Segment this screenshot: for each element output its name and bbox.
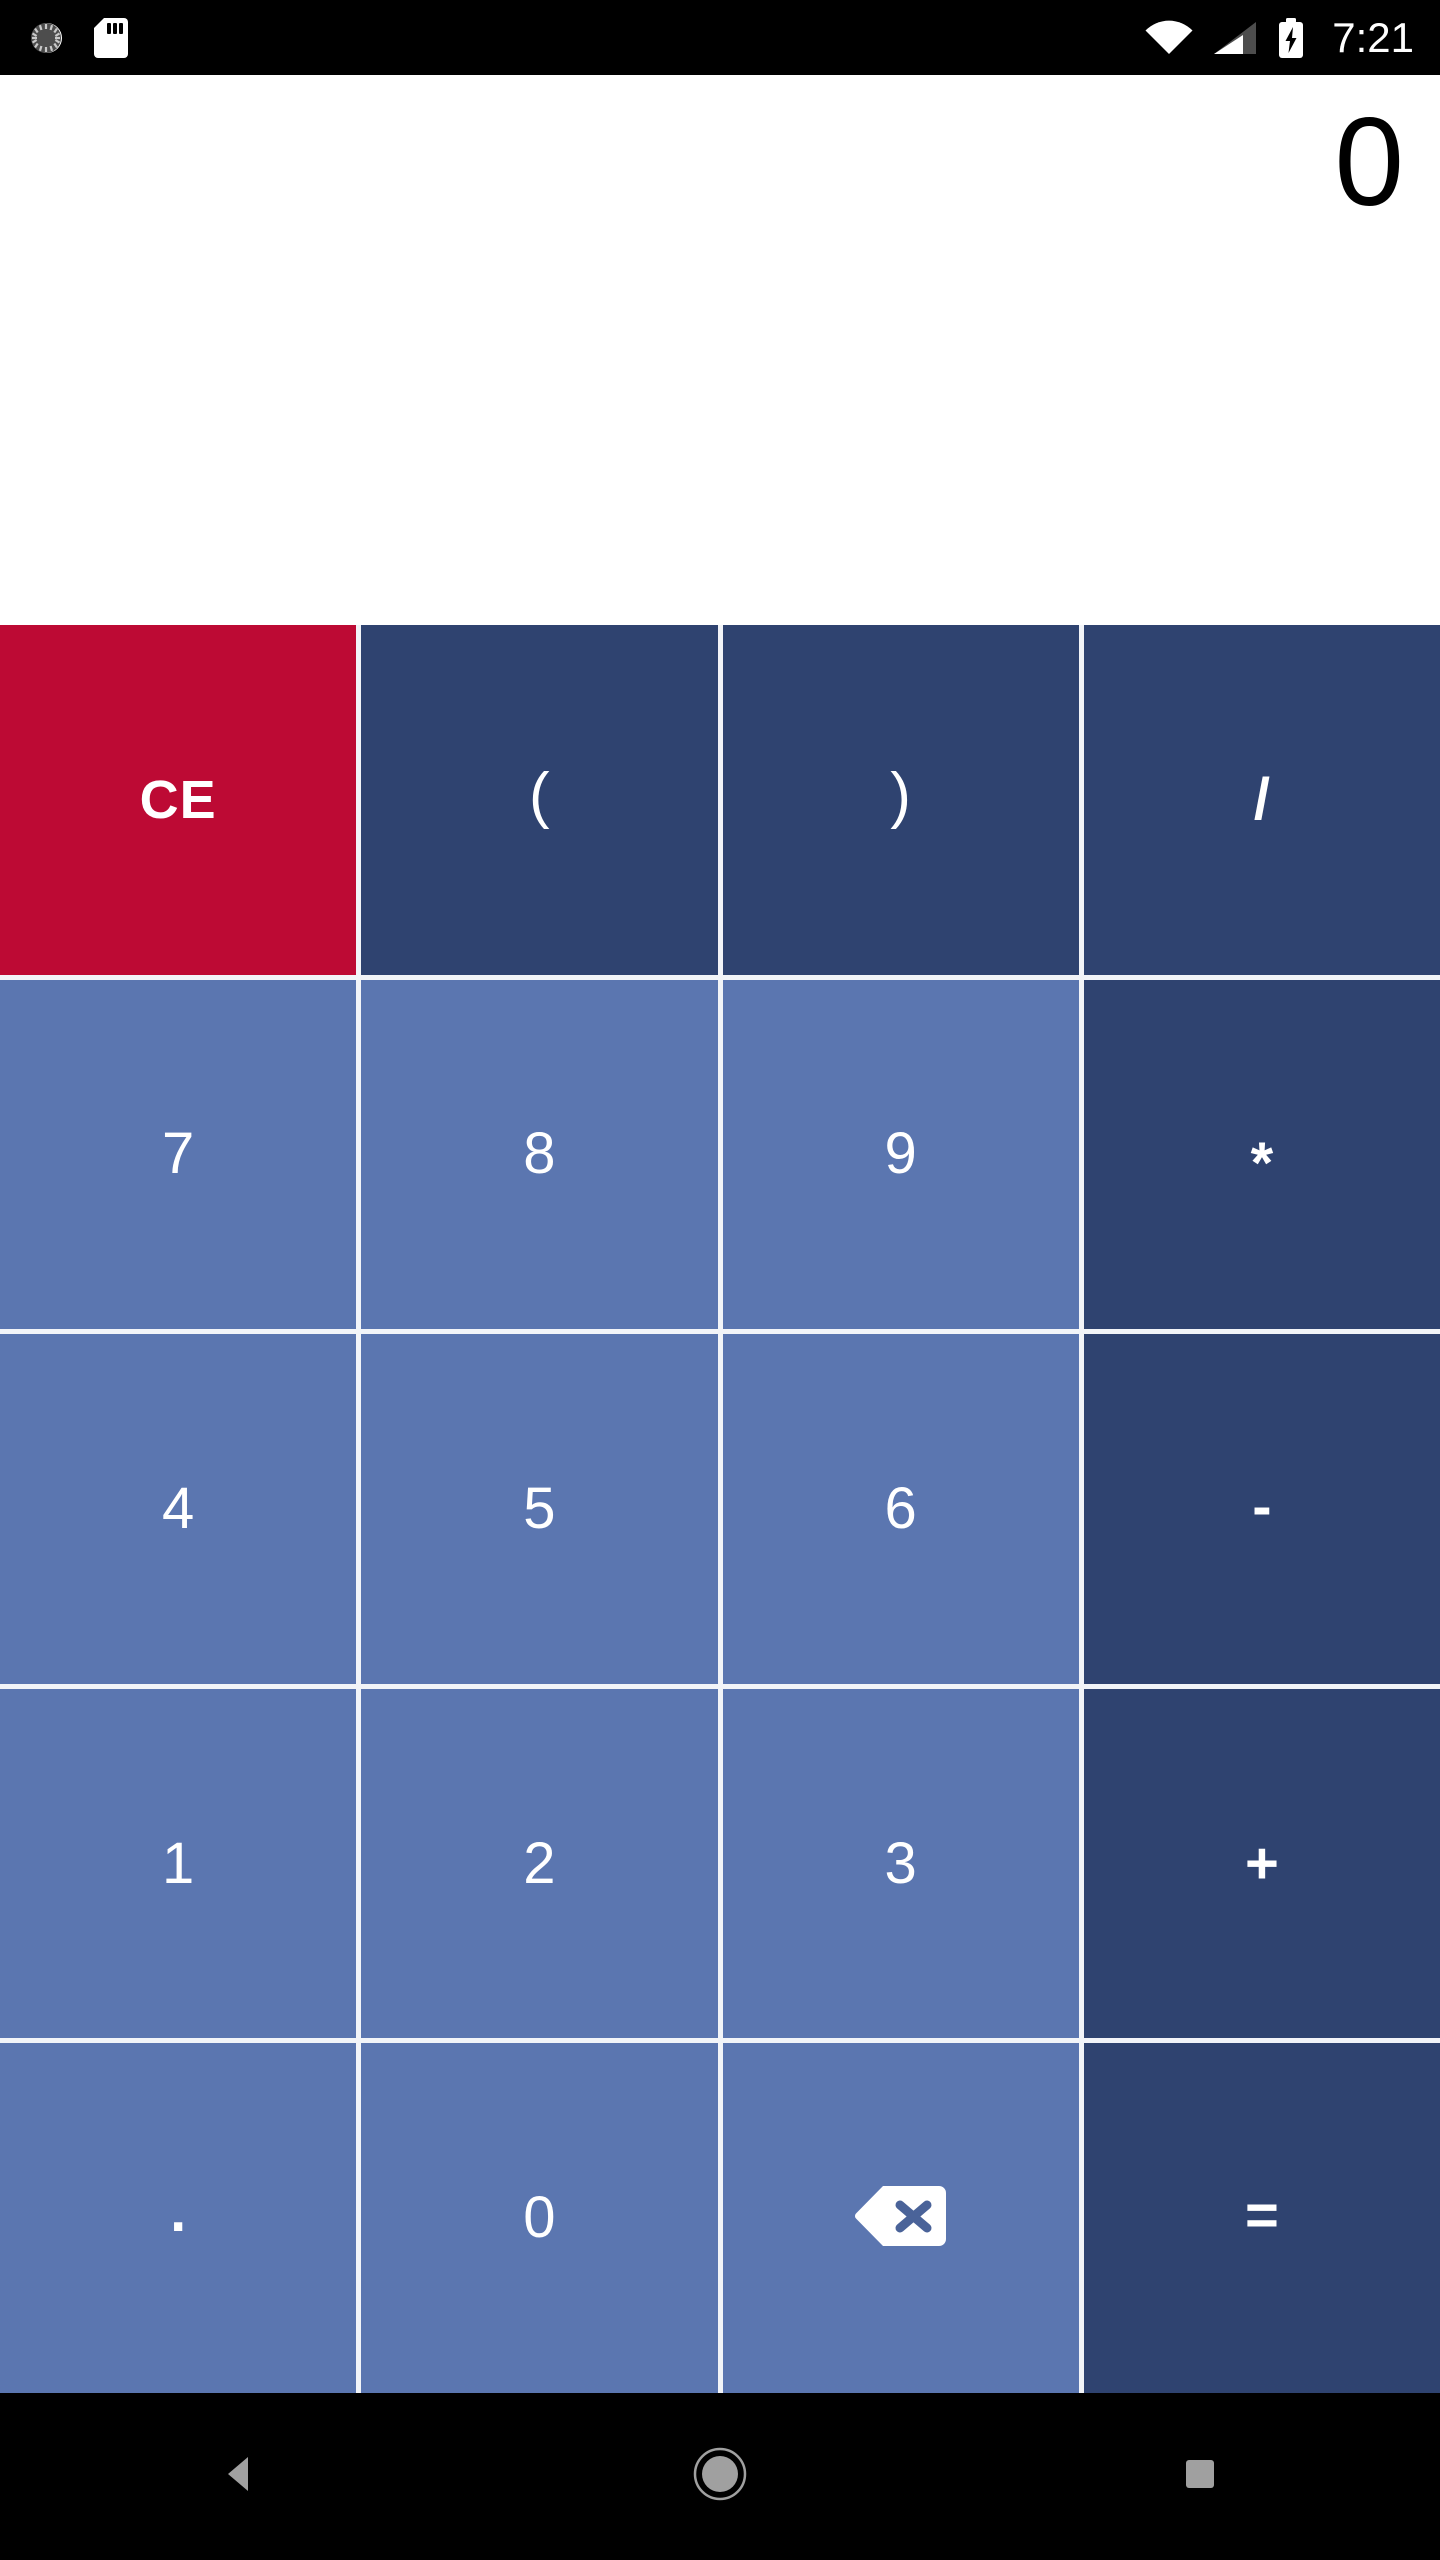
left-parenthesis-button[interactable]: ( — [361, 625, 718, 975]
digit-2-button[interactable]: 2 — [361, 1688, 718, 2039]
battery-charging-icon — [1276, 16, 1306, 60]
digit-9-button[interactable]: 9 — [722, 979, 1079, 1330]
clear-entry-button[interactable]: CE — [0, 625, 357, 975]
system-navigation-bar — [0, 2393, 1440, 2560]
status-bar-clock: 7:21 — [1332, 13, 1414, 61]
clear-entry-button-label: CE — [139, 769, 217, 830]
digit-8-button[interactable]: 8 — [361, 979, 718, 1330]
digit-3-button-label: 3 — [884, 1830, 917, 1896]
decimal-point-button[interactable]: . — [0, 2043, 357, 2393]
digit-7-button-label: 7 — [161, 1121, 195, 1187]
decimal-point-button-label: . — [170, 2179, 187, 2245]
right-parenthesis-button-label: ) — [890, 760, 911, 830]
digit-0-button[interactable]: 0 — [361, 2043, 718, 2393]
status-bar-left-icons — [26, 16, 128, 60]
keypad-grid: CE () / 7 8 9 * 4 5 6 - 1 2 3 +. 0 = — [0, 620, 1440, 2393]
divide-button[interactable]: / — [1083, 625, 1440, 975]
backspace-icon — [853, 2183, 949, 2253]
digit-4-button[interactable]: 4 — [0, 1334, 357, 1684]
digit-1-button[interactable]: 1 — [0, 1688, 357, 2039]
nav-home-button[interactable] — [620, 2393, 820, 2560]
sd-card-icon — [94, 16, 128, 60]
add-button-label: + — [1244, 1830, 1279, 1896]
equals-button-label: = — [1244, 2183, 1279, 2249]
digit-8-button-label: 8 — [523, 1121, 556, 1187]
calculator-display[interactable]: 0 — [0, 75, 1440, 620]
status-bar: 7:21 — [0, 0, 1440, 75]
cellular-signal-icon — [1212, 16, 1258, 60]
nav-back-button[interactable] — [140, 2393, 340, 2560]
left-parenthesis-button-label: ( — [529, 760, 550, 830]
home-circle-icon — [689, 2443, 751, 2510]
sync-spinner-icon — [26, 16, 70, 60]
divide-button-label: / — [1253, 766, 1270, 832]
digit-6-button[interactable]: 6 — [722, 1334, 1079, 1684]
add-button[interactable]: + — [1083, 1688, 1440, 2039]
digit-2-button-label: 2 — [523, 1830, 556, 1896]
digit-5-button[interactable]: 5 — [361, 1334, 718, 1684]
nav-recents-button[interactable] — [1100, 2393, 1300, 2560]
digit-0-button-label: 0 — [523, 2185, 556, 2251]
recents-square-icon — [1177, 2451, 1223, 2502]
status-bar-right-icons: 7:21 — [1144, 16, 1414, 60]
digit-1-button-label: 1 — [161, 1830, 195, 1896]
subtract-button[interactable]: - — [1083, 1334, 1440, 1684]
digit-5-button-label: 5 — [523, 1475, 556, 1541]
digit-6-button-label: 6 — [884, 1475, 917, 1541]
multiply-button[interactable]: * — [1083, 979, 1440, 1330]
subtract-button-label: - — [1252, 1473, 1272, 1539]
multiply-button-label: * — [1250, 1131, 1274, 1197]
digit-9-button-label: 9 — [884, 1121, 917, 1187]
calculator-screen: 7:21 0 CE () / 7 8 9 * 4 5 6 - 1 2 3 +. 0 = — [0, 0, 1440, 2560]
digit-3-button[interactable]: 3 — [722, 1688, 1079, 2039]
wifi-icon — [1144, 16, 1194, 60]
backspace-button[interactable] — [722, 2043, 1079, 2393]
digit-4-button-label: 4 — [161, 1475, 195, 1541]
digit-7-button[interactable]: 7 — [0, 979, 357, 1330]
right-parenthesis-button[interactable]: ) — [722, 625, 1079, 975]
display-value: 0 — [1334, 93, 1404, 232]
back-triangle-icon — [214, 2448, 266, 2505]
equals-button[interactable]: = — [1083, 2043, 1440, 2393]
